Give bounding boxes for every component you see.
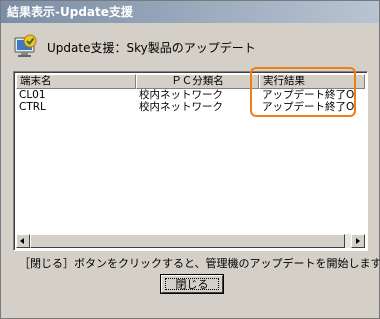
scrollbar-thumb[interactable] <box>30 234 345 248</box>
cell-pc-category: 校内ネットワーク <box>139 101 223 113</box>
column-header-pc-category[interactable]: ＰＣ分類名 <box>136 74 259 89</box>
header-text: Update支援：Sky製品のアップデート <box>47 41 256 55</box>
result-dialog: 結果表示-Update支援 Update支援：Sky製品のアップデート 端末名 … <box>0 0 380 319</box>
cell-result: アップデート終了O <box>262 101 355 113</box>
cell-result: アップデート終了O <box>262 89 355 101</box>
table-row[interactable]: CL01 校内ネットワーク アップデート終了O <box>16 89 365 101</box>
dialog-header: Update支援：Sky製品のアップデート <box>13 33 369 63</box>
window-title: 結果表示-Update支援 <box>7 5 133 19</box>
scroll-left-button[interactable] <box>16 234 30 248</box>
close-button[interactable]: 閉じる <box>160 274 224 294</box>
cell-terminal: CL01 <box>19 89 46 101</box>
list-header: 端末名 ＰＣ分類名 実行結果 <box>16 74 365 89</box>
arrow-left-icon <box>20 238 24 244</box>
column-header-terminal[interactable]: 端末名 <box>16 74 136 89</box>
focus-rect <box>165 278 219 290</box>
info-message: ［閉じる］ボタンをクリックすると、管理機のアップデートを開始します。 <box>19 257 380 270</box>
cell-pc-category: 校内ネットワーク <box>139 89 223 101</box>
horizontal-scrollbar[interactable] <box>16 234 365 248</box>
list-body: CL01 校内ネットワーク アップデート終了O CTRL 校内ネットワーク アッ… <box>16 89 365 113</box>
scroll-right-button[interactable] <box>351 234 365 248</box>
cell-terminal: CTRL <box>19 101 46 113</box>
arrow-right-icon <box>356 238 360 244</box>
app-update-icon <box>14 34 37 57</box>
title-bar: 結果表示-Update支援 <box>1 1 379 23</box>
result-list[interactable]: 端末名 ＰＣ分類名 実行結果 CL01 校内ネットワーク アップデート終了O C… <box>13 71 368 251</box>
column-header-result[interactable]: 実行結果 <box>259 74 365 89</box>
table-row[interactable]: CTRL 校内ネットワーク アップデート終了O <box>16 101 365 113</box>
